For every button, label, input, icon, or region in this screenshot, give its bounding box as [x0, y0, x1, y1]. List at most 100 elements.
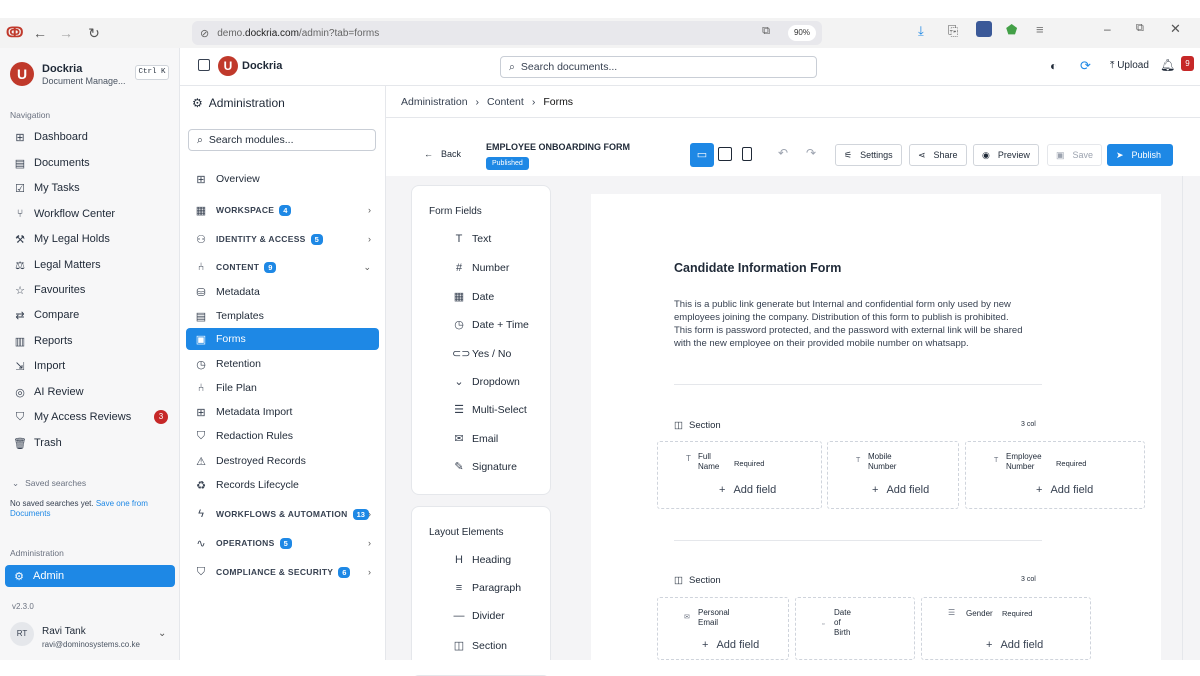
mobile-view-icon[interactable] [742, 147, 752, 161]
minimize-icon[interactable]: – [1104, 22, 1111, 36]
add-field-button[interactable]: + Add field [1036, 484, 1101, 496]
saved-searches-toggle[interactable]: ⌄ Saved searches [12, 478, 86, 489]
module-metadata[interactable]: ⛁ Metadata [186, 281, 379, 303]
scrollbar[interactable] [1182, 176, 1192, 660]
group-workspace[interactable]: ▦ WORKSPACE 4 › [186, 199, 379, 221]
shortcut-badge[interactable]: Ctrl K [135, 65, 169, 80]
forward-arrow-icon[interactable]: → [56, 23, 76, 43]
field-date-time[interactable]: ◷ Date + Time [452, 318, 529, 332]
search-input[interactable]: ⌕ Search documents... [500, 56, 817, 78]
field-card-gender[interactable]: ☰ Gender Required + Add field [921, 597, 1091, 660]
sidebar-toggle-icon[interactable] [198, 59, 210, 71]
add-field-button[interactable]: + Add field [702, 639, 767, 651]
field-card-date-of-birth[interactable]: ▫ Date of Birth [795, 597, 915, 660]
publish-button[interactable]: ➤ Publish [1107, 144, 1173, 166]
group-identity-access[interactable]: ⚇ IDENTITY & ACCESS 5 › [186, 228, 379, 250]
module-redaction-rules[interactable]: ⛉ Redaction Rules [186, 425, 379, 447]
sidebar-item-my-access-reviews[interactable]: ⛉ My Access Reviews 3 [6, 406, 174, 428]
upload-button[interactable]: ⤒ Upload [1110, 60, 1149, 71]
field-multi-select[interactable]: ☰ Multi-Select [452, 403, 527, 417]
field-number[interactable]: # Number [452, 262, 509, 274]
field-card-full-name[interactable]: T Full Name Required + Add field [657, 441, 822, 509]
zoom-level[interactable]: 90% [787, 25, 816, 41]
section-2-label[interactable]: ◫ Section [674, 575, 721, 586]
extension-icon[interactable] [976, 21, 992, 37]
close-window-icon[interactable]: ✕ [1170, 21, 1181, 37]
sidebar-item-dashboard[interactable]: ⊞ Dashboard [6, 126, 174, 148]
shield-extension-icon[interactable]: ⬟ [1006, 22, 1017, 38]
module-search-input[interactable]: ⌕ Search modules... [188, 129, 376, 151]
divider[interactable] [674, 540, 1042, 541]
theme-toggle-icon[interactable]: ◐ [1050, 59, 1057, 73]
module-templates[interactable]: ▤ Templates [186, 305, 379, 327]
field-date[interactable]: ▦ Date [452, 290, 494, 304]
field-text[interactable]: T Text [452, 233, 492, 245]
address-bar[interactable]: ⊘ demo. dockria.com/admin?tab=forms ⧉ 90% [192, 21, 822, 45]
back-button[interactable]: ← Back [424, 149, 461, 159]
field-signature[interactable]: ✎ Signature [452, 460, 517, 474]
sidebar-item-admin[interactable]: ⚙ Admin [5, 565, 175, 587]
layout-heading[interactable]: H Heading [452, 554, 511, 566]
preview-button[interactable]: ◉ Preview [973, 144, 1039, 166]
sidebar-item-import[interactable]: ⇲ Import [6, 355, 174, 377]
form-description[interactable]: This is a public link generate but Inter… [674, 298, 1074, 350]
section-1-label[interactable]: ◫ Section [674, 420, 721, 431]
screenshot-icon[interactable]: ⧉ [762, 25, 770, 38]
field-yes-no[interactable]: ⊂⊃ Yes / No [452, 347, 511, 361]
browser-profile-icon[interactable]: ↂ [6, 24, 23, 40]
group-compliance-security[interactable]: ⛉ COMPLIANCE & SECURITY 6 › [186, 561, 379, 583]
sync-icon[interactable]: ⟳ [1080, 58, 1091, 74]
reload-icon[interactable]: ↻ [84, 23, 104, 43]
desktop-view-icon[interactable]: ▭ [690, 143, 714, 167]
share-button[interactable]: ⋖ Share [909, 144, 967, 166]
save-search-link[interactable]: Save one from [96, 499, 148, 508]
add-field-button[interactable]: + Add field [872, 484, 937, 496]
layout-divider[interactable]: — Divider [452, 610, 505, 622]
form-heading[interactable]: Candidate Information Form [674, 261, 841, 275]
module-metadata-import[interactable]: ⊞ Metadata Import [186, 401, 379, 423]
back-arrow-icon[interactable]: ← [30, 23, 50, 43]
download-icon[interactable]: ⤓ [918, 23, 924, 39]
save-button[interactable]: ▣ Save [1047, 144, 1103, 166]
sidebar-item-reports[interactable]: ▥ Reports [6, 330, 174, 352]
documents-link[interactable]: Documents [10, 509, 50, 518]
module-file-plan[interactable]: ⑃ File Plan [186, 377, 379, 399]
layout-paragraph[interactable]: ≡ Paragraph [452, 582, 521, 594]
settings-button[interactable]: ⚟ Settings [835, 144, 902, 166]
menu-icon[interactable]: ≡ [1036, 22, 1044, 37]
tablet-view-icon[interactable] [718, 147, 732, 161]
undo-icon[interactable]: ↶ [778, 146, 788, 160]
breadcrumb-administration[interactable]: Administration [401, 96, 468, 108]
module-destroyed-records[interactable]: ⚠ Destroyed Records [186, 450, 379, 472]
group-content[interactable]: ⑃ CONTENT 9 ⌄ [186, 256, 379, 278]
module-forms[interactable]: ▣ Forms [186, 328, 379, 350]
sidebar-item-my-legal-holds[interactable]: ⚒ My Legal Holds [6, 228, 174, 250]
module-retention[interactable]: ◷ Retention [186, 353, 379, 375]
user-menu-chevron-icon[interactable]: ⌄ [158, 628, 166, 639]
sidebar-item-compare[interactable]: ⇄ Compare [6, 304, 174, 326]
add-field-button[interactable]: + Add field [986, 639, 1051, 651]
divider[interactable] [674, 384, 1042, 385]
restore-icon[interactable]: ⧉ [1136, 22, 1144, 35]
avatar[interactable]: RT [10, 622, 34, 646]
add-field-button[interactable]: + Add field [719, 484, 784, 496]
share-browser-icon[interactable]: ⎘ [948, 23, 958, 39]
sidebar-item-trash[interactable]: 🗑 Trash [6, 432, 174, 454]
module-overview[interactable]: ⊞ Overview [186, 168, 379, 190]
form-title[interactable]: EMPLOYEE ONBOARDING FORM [486, 142, 630, 152]
sidebar-item-favourites[interactable]: ☆ Favourites [6, 279, 174, 301]
bell-icon[interactable]: 🔔︎ [1160, 58, 1175, 72]
redo-icon[interactable]: ↷ [806, 146, 816, 160]
layout-section[interactable]: ◫ Section [452, 639, 507, 653]
field-card-employee-number[interactable]: T Employee Number Required + Add field [965, 441, 1145, 509]
site-info-icon[interactable]: ⊘ [200, 27, 209, 40]
field-dropdown[interactable]: ⌄ Dropdown [452, 375, 519, 389]
group-operations[interactable]: ∿ OPERATIONS 5 › [186, 532, 379, 554]
sidebar-item-documents[interactable]: ▤ Documents [6, 152, 174, 174]
field-card-personal-email[interactable]: ✉ Personal Email + Add field [657, 597, 789, 660]
field-email[interactable]: ✉ Email [452, 432, 498, 446]
sidebar-item-workflow-center[interactable]: ⑂ Workflow Center [6, 203, 174, 225]
group-workflows-automation[interactable]: ϟ WORKFLOWS & AUTOMATION 13 › [186, 503, 379, 525]
sidebar-item-legal-matters[interactable]: ⚖ Legal Matters [6, 254, 174, 276]
breadcrumb-content[interactable]: Content [487, 96, 524, 108]
